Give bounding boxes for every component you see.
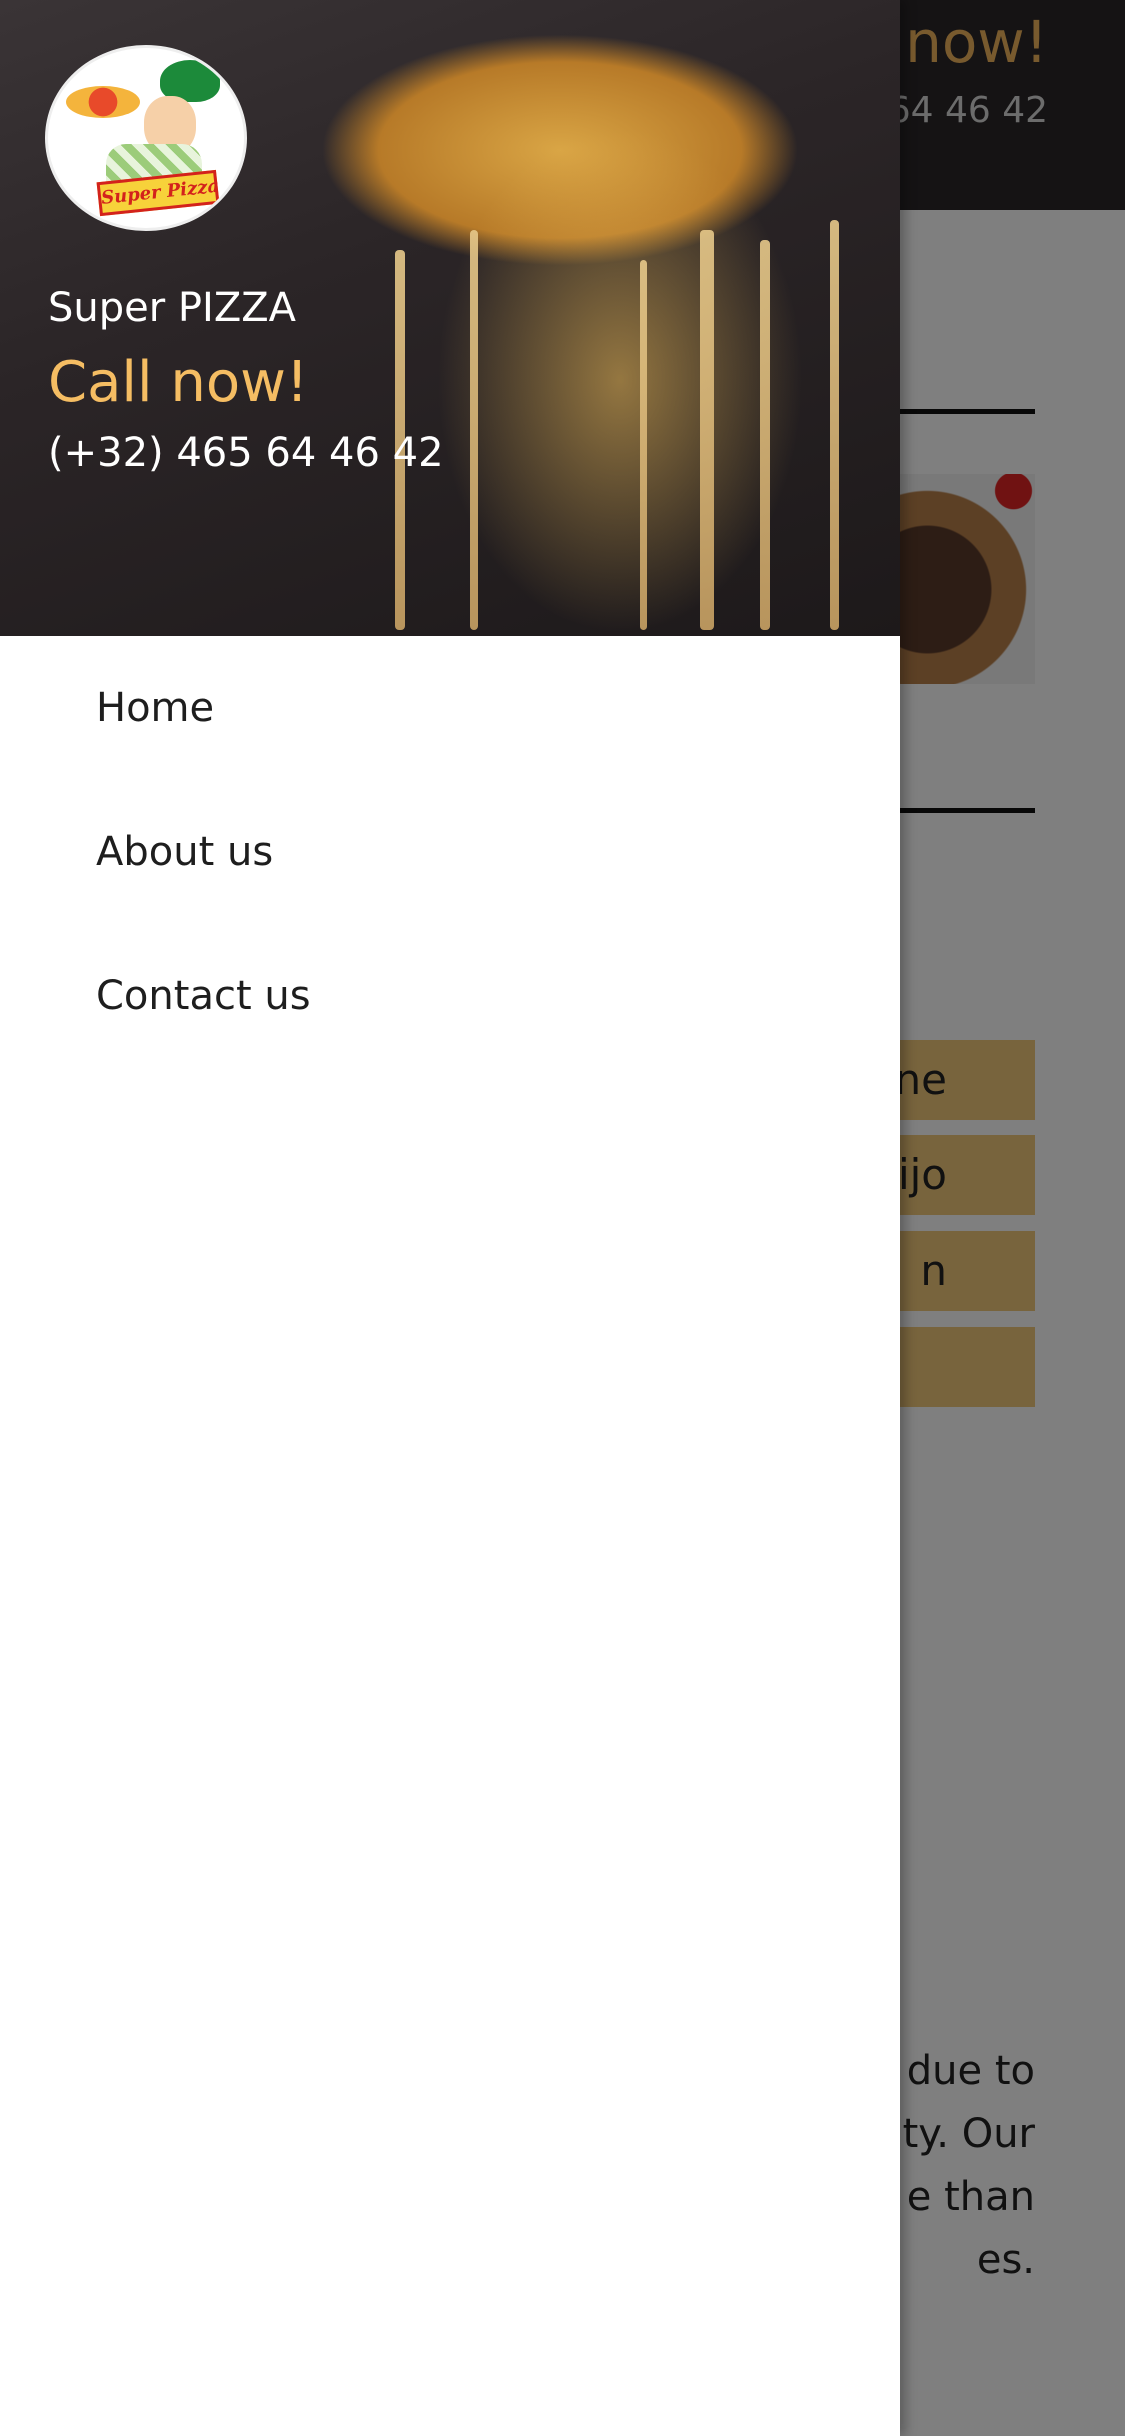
cheese-strand <box>830 220 839 630</box>
pizza-graphic <box>66 86 140 118</box>
nav-item-about-us[interactable]: About us <box>0 780 900 924</box>
cheese-strand <box>700 230 714 630</box>
phone-number[interactable]: (+32) 465 64 46 42 <box>48 430 444 476</box>
call-now-heading: Call now! <box>48 350 309 415</box>
drawer-nav: Home About us Contact us <box>0 636 900 1068</box>
cheese-strand <box>640 260 647 630</box>
nav-item-contact-us[interactable]: Contact us <box>0 924 900 1068</box>
cheese-strand <box>760 240 770 630</box>
nav-item-home[interactable]: Home <box>0 636 900 780</box>
super-pizza-logo: Super Pizza <box>48 48 244 228</box>
brand-name: Super PIZZA <box>48 285 296 331</box>
navigation-drawer: Super Pizza Super PIZZA Call now! (+32) … <box>0 0 900 2436</box>
drawer-header: Super Pizza Super PIZZA Call now! (+32) … <box>0 0 900 636</box>
cheese-strand <box>470 230 478 630</box>
